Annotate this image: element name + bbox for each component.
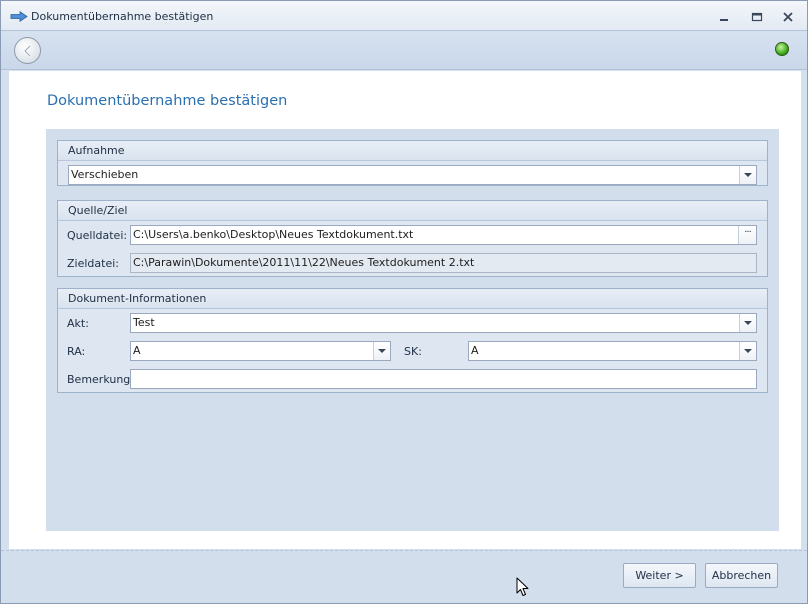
page-title: Dokumentübernahme bestätigen — [47, 93, 288, 109]
zieldatei-label: Zieldatei: — [67, 257, 119, 270]
sk-select[interactable]: A — [468, 341, 757, 361]
mouse-cursor-icon — [516, 577, 529, 596]
content-area: Dokumentübernahme bestätigen Aufnahme Ve… — [9, 71, 801, 549]
aufnahme-select[interactable]: Verschieben — [68, 165, 757, 185]
sk-label: SK: — [404, 345, 422, 358]
akt-label: Akt: — [67, 317, 89, 330]
maximize-icon[interactable] — [750, 10, 764, 24]
zieldatei-field: C:\Parawin\Dokumente\2011\11\22\Neues Te… — [130, 253, 757, 273]
minimize-icon[interactable] — [717, 10, 731, 24]
group-aufnahme-header: Aufnahme — [58, 141, 767, 161]
window-title: Dokumentübernahme bestätigen — [31, 10, 214, 23]
ra-select-value: A — [133, 344, 141, 357]
chevron-down-icon[interactable] — [739, 314, 756, 332]
sk-select-value: A — [471, 344, 479, 357]
akt-select[interactable]: Test — [130, 313, 757, 333]
bemerkung-field[interactable] — [130, 369, 757, 389]
back-button[interactable] — [14, 37, 41, 64]
title-bar: Dokumentübernahme bestätigen — [1, 1, 807, 31]
close-icon[interactable] — [781, 10, 795, 24]
weiter-button[interactable]: Weiter > — [623, 563, 696, 588]
chevron-down-icon[interactable] — [373, 342, 390, 360]
zieldatei-value: C:\Parawin\Dokumente\2011\11\22\Neues Te… — [133, 256, 475, 269]
group-aufnahme: Aufnahme Verschieben — [57, 140, 768, 186]
quelldatei-value: C:\Users\a.benko\Desktop\Neues Textdokum… — [133, 228, 414, 241]
group-quelle-ziel: Quelle/Ziel Quelldatei: C:\Users\a.benko… — [57, 200, 768, 277]
toolbar — [1, 32, 807, 70]
quelldatei-label: Quelldatei: — [67, 229, 128, 242]
form-panel: Aufnahme Verschieben Quelle/Ziel Quellda… — [46, 129, 779, 531]
akt-select-value: Test — [133, 316, 155, 329]
group-dokument-informationen: Dokument-Informationen Akt: Test RA: A S… — [57, 288, 768, 393]
ra-select[interactable]: A — [130, 341, 391, 361]
chevron-down-icon[interactable] — [739, 342, 756, 360]
abbrechen-button[interactable]: Abbrechen — [705, 563, 778, 588]
ra-label: RA: — [67, 345, 86, 358]
browse-button[interactable]: ··· — [738, 226, 756, 244]
dialog-window: Dokumentübernahme bestätigen Dokumentübe… — [0, 0, 808, 604]
group-quelle-ziel-header: Quelle/Ziel — [58, 201, 767, 221]
quelldatei-field[interactable]: C:\Users\a.benko\Desktop\Neues Textdokum… — [130, 225, 757, 245]
group-dokument-info-header: Dokument-Informationen — [58, 289, 767, 309]
bemerkung-label: Bemerkung: — [67, 373, 134, 386]
back-arrow-icon — [23, 44, 32, 58]
aufnahme-select-value: Verschieben — [71, 168, 139, 181]
status-led-icon — [775, 42, 789, 56]
chevron-down-icon[interactable] — [739, 166, 756, 184]
footer-bar: Weiter > Abbrechen — [1, 550, 807, 603]
arrow-right-icon — [10, 11, 28, 22]
